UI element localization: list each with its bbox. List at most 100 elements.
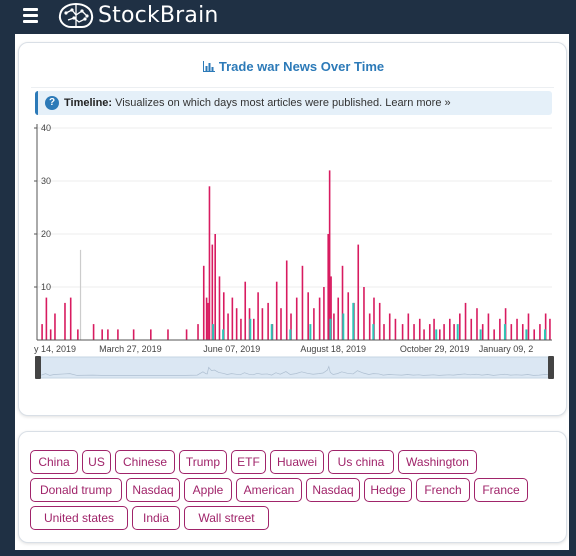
tag-french[interactable]: French <box>416 478 470 502</box>
chart-bar <box>539 324 541 340</box>
chart-bar <box>470 318 473 340</box>
timeline-card: Trade war News Over Time ? Timeline: Vis… <box>18 42 567 416</box>
chart-bar <box>368 313 371 340</box>
chart-bar <box>329 318 332 340</box>
tag-washington[interactable]: Washington <box>398 450 477 474</box>
chart-bar <box>510 324 513 340</box>
chart-bar <box>401 324 404 340</box>
tag-donald-trump[interactable]: Donald trump <box>30 478 122 502</box>
chart-bar <box>77 329 79 340</box>
chart-bar <box>235 308 238 340</box>
chart-bar <box>327 234 330 340</box>
chart-bar <box>499 318 501 340</box>
chart-bar <box>357 244 360 340</box>
tags-card: China US Chinese Trump ETF Huawei Us china Wash… <box>18 431 567 543</box>
chart-bar <box>347 292 350 340</box>
tag-united-states[interactable]: United states <box>30 506 128 530</box>
app-name[interactable]: StockBrain <box>98 3 219 28</box>
chart-bar <box>487 313 490 340</box>
chart-bar <box>476 308 478 340</box>
chart-bar <box>363 287 365 340</box>
tag-france[interactable]: France <box>474 478 528 502</box>
chart-bar <box>533 329 536 340</box>
chart-bar <box>267 302 269 340</box>
chart-bar <box>167 329 169 340</box>
chart-bar <box>372 324 375 340</box>
timeline-chart: 10 20 30 40 y 14, 2019 March 27, 2019 June 07,… <box>34 123 554 379</box>
chart-bar <box>503 324 506 340</box>
chart-bar <box>41 324 43 340</box>
chart-bar <box>521 324 524 340</box>
tag-etf[interactable]: ETF <box>231 450 266 474</box>
chart-bar <box>107 329 109 340</box>
chart-bar <box>214 234 216 340</box>
chart-bar <box>244 281 247 340</box>
chart-bar <box>218 276 221 340</box>
chart-bar <box>309 324 312 340</box>
chart-bar <box>313 308 315 340</box>
tag-trump[interactable]: Trump <box>179 450 227 474</box>
chart-bar <box>202 265 205 340</box>
range-handle-left <box>35 356 41 379</box>
tag-wall-street[interactable]: Wall street <box>184 506 269 530</box>
chart-bar <box>45 297 48 340</box>
chart-bar <box>453 324 455 340</box>
chart-bar <box>413 324 415 340</box>
tag-american[interactable]: American <box>236 478 302 502</box>
chart-bar <box>342 313 345 340</box>
chart-bar <box>443 324 445 340</box>
chart-bar <box>49 329 52 340</box>
chart-bar <box>270 324 273 340</box>
chart-bar <box>92 324 95 340</box>
tag-chinese[interactable]: Chinese <box>115 450 175 474</box>
tag-nasdaq[interactable]: Nasdaq <box>126 478 180 502</box>
chart-bar <box>383 324 385 340</box>
chart-bar <box>197 324 199 340</box>
range-navigator <box>36 356 553 379</box>
chart-bar <box>231 297 234 340</box>
chart-bar <box>289 329 292 340</box>
chart-bar <box>257 292 259 340</box>
x-tick-label: January 09, 2 <box>479 344 534 354</box>
tag-us-china[interactable]: Us china <box>328 450 394 474</box>
chart-bar <box>54 313 56 340</box>
chart-bar <box>132 329 135 340</box>
tag-hedge[interactable]: Hedge <box>364 478 412 502</box>
x-tick-label: October 29, 2019 <box>400 344 470 354</box>
tag-apple[interactable]: Apple <box>184 478 232 502</box>
tag-india[interactable]: India <box>132 506 180 530</box>
chart-bar <box>212 324 215 340</box>
chart-bar <box>307 292 309 340</box>
chart-bar <box>438 329 441 340</box>
chart-bar <box>407 313 410 340</box>
tag-us[interactable]: US <box>82 450 111 474</box>
hamburger-icon[interactable] <box>23 8 38 23</box>
chart-bar <box>378 302 381 340</box>
y-tick-label: 20 <box>41 229 51 239</box>
tag-huawei[interactable]: Huawei <box>270 450 324 474</box>
chart-bar <box>280 308 282 340</box>
chart-bar <box>352 302 355 340</box>
x-tick-label: y 14, 2019 <box>34 344 76 354</box>
chart-bar <box>456 324 459 340</box>
chart-bar <box>328 170 331 340</box>
chart-bar <box>549 318 551 340</box>
chart-bar <box>285 260 288 340</box>
chart-bar <box>333 313 335 340</box>
tag-china[interactable]: China <box>30 450 78 474</box>
chart-bar <box>64 302 66 340</box>
chart-bar <box>525 329 528 340</box>
chart-bar <box>253 318 255 340</box>
chart-bar <box>394 318 397 340</box>
x-tick-label: March 27, 2019 <box>99 344 162 354</box>
chart-bar <box>527 313 530 340</box>
range-handle-right <box>548 356 554 379</box>
chart-bar <box>435 329 438 340</box>
chart-bar <box>449 318 451 340</box>
chart-bar <box>459 313 461 340</box>
chart-bar <box>323 287 325 340</box>
tag-nasdaq[interactable]: Nasdaq <box>306 478 360 502</box>
chart-bar <box>543 329 546 340</box>
brain-logo-icon <box>58 2 94 28</box>
chart-bar <box>185 329 188 340</box>
